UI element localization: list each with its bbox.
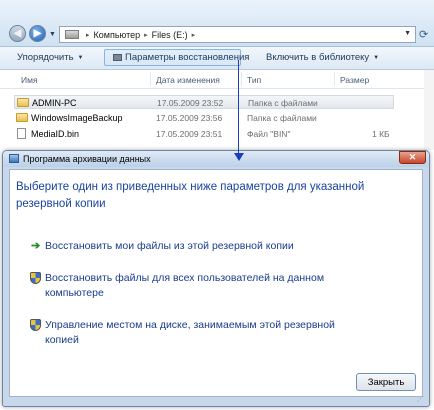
forward-button[interactable]: ▶ <box>29 25 46 42</box>
command-bar: Упорядочить ▼ Параметры восстановления Вк… <box>0 47 434 70</box>
vertical-scrollbar[interactable] <box>424 70 434 150</box>
close-icon[interactable]: ✕ <box>399 151 426 164</box>
column-divider[interactable] <box>150 72 151 86</box>
organize-button[interactable]: Упорядочить ▼ <box>17 52 84 63</box>
file-row-windowsimagebackup[interactable]: WindowsImageBackup 17.05.2009 23:56 Папк… <box>14 111 394 125</box>
shield-icon <box>30 272 41 284</box>
restore-settings-label: Параметры восстановления <box>125 52 250 63</box>
back-button[interactable]: ◀ <box>9 25 26 42</box>
column-size[interactable]: Размер <box>340 75 369 85</box>
option-label: Управление местом на диске, занимаемым э… <box>45 319 335 346</box>
column-header: Имя Дата изменения Тип Размер <box>0 70 434 89</box>
file-type: Файл "BIN" <box>247 129 291 139</box>
computer-icon <box>65 30 79 39</box>
address-dropdown-icon[interactable]: ▼ <box>404 30 411 37</box>
address-bar[interactable]: ▸ Компьютер ▸ Files (E:) ▸ ▼ <box>59 26 416 43</box>
file-name: ADMIN-PC <box>32 98 77 108</box>
chevron-down-icon: ▼ <box>77 55 84 61</box>
option-label: Восстановить мои файлы из этой резервной… <box>45 240 294 252</box>
column-date-modified[interactable]: Дата изменения <box>156 75 220 85</box>
address-strip: ◀ ▶ ▼ ▸ Компьютер ▸ Files (E:) ▸ ▼ ⟳ <box>0 0 434 47</box>
column-name[interactable]: Имя <box>21 75 38 85</box>
breadcrumb-separator: ▸ <box>191 31 196 39</box>
annotation-arrow-line <box>238 60 239 155</box>
include-in-library-button[interactable]: Включить в библиотеку ▼ <box>266 52 379 63</box>
option-restore-all-users[interactable]: Восстановить файлы для всех пользователе… <box>28 271 368 303</box>
refresh-icon[interactable]: ⟳ <box>419 28 428 41</box>
breadcrumb-drive[interactable]: Files (E:) <box>152 30 188 40</box>
dialog-title: Программа архивации данных <box>23 154 151 164</box>
option-manage-space[interactable]: Управление местом на диске, занимаемым э… <box>28 318 368 350</box>
column-divider[interactable] <box>334 72 335 86</box>
backup-dialog: Программа архивации данных ✕ Выберите од… <box>2 150 430 407</box>
breadcrumb-computer[interactable]: Компьютер <box>94 30 141 40</box>
recent-pages-dropdown[interactable]: ▼ <box>49 31 56 38</box>
file-date: 17.05.2009 23:52 <box>157 98 224 108</box>
green-arrow-icon: ➔ <box>31 240 41 252</box>
file-date: 17.05.2009 23:51 <box>156 129 223 139</box>
file-type: Папка с файлами <box>248 98 318 108</box>
column-type[interactable]: Тип <box>247 75 261 85</box>
file-type: Папка с файлами <box>247 113 317 123</box>
file-name: MediaID.bin <box>31 129 80 139</box>
chevron-down-icon: ▼ <box>373 55 380 61</box>
dialog-body: Выберите один из приведенных ниже параме… <box>9 169 423 397</box>
include-in-library-label: Включить в библиотеку <box>266 52 370 63</box>
forward-arrow-icon: ▶ <box>33 28 42 39</box>
file-row-mediaid-bin[interactable]: MediaID.bin 17.05.2009 23:51 Файл "BIN" … <box>14 127 394 141</box>
restore-settings-button[interactable]: Параметры восстановления <box>111 52 251 63</box>
shield-icon <box>30 319 41 331</box>
file-date: 17.05.2009 23:56 <box>156 113 223 123</box>
resize-grip-icon[interactable]: ⋰ <box>417 395 424 403</box>
column-divider[interactable] <box>241 72 242 86</box>
file-size: 1 КБ <box>372 129 390 139</box>
backup-drive-icon <box>113 54 122 61</box>
breadcrumb-separator: ▸ <box>144 31 148 39</box>
file-icon <box>17 128 26 139</box>
folder-icon <box>16 113 28 122</box>
breadcrumb-separator: ▸ <box>86 31 90 39</box>
file-name: WindowsImageBackup <box>31 113 123 123</box>
option-restore-my-files[interactable]: ➔ Восстановить мои файлы из этой резервн… <box>28 239 368 255</box>
dialog-titlebar[interactable]: Программа архивации данных ✕ <box>3 151 429 167</box>
dialog-heading: Выберите один из приведенных ниже параме… <box>16 181 365 210</box>
folder-icon <box>17 98 29 107</box>
annotation-arrow-icon <box>234 153 244 161</box>
backup-app-icon <box>9 154 19 163</box>
option-label: Восстановить файлы для всех пользователе… <box>45 272 325 299</box>
file-row-admin-pc[interactable]: ADMIN-PC 17.05.2009 23:52 Папка с файлам… <box>14 95 394 109</box>
close-button[interactable]: Закрыть <box>356 373 416 391</box>
back-arrow-icon: ◀ <box>13 28 22 39</box>
organize-label: Упорядочить <box>17 52 74 63</box>
